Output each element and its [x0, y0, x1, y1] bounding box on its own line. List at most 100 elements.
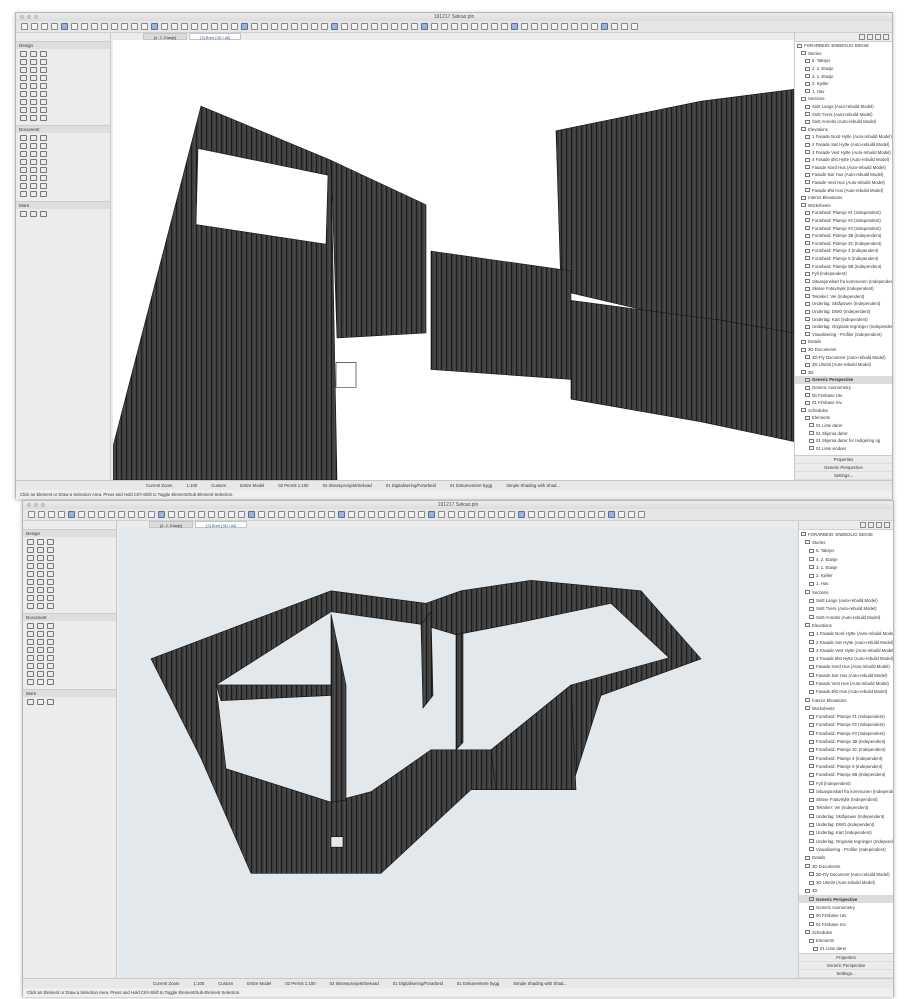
toolbar-tool-icon[interactable]: [48, 511, 55, 518]
navigator-item[interactable]: Forarbeid: Plansje #2 (Independent): [799, 721, 893, 729]
status-control[interactable]: 01 Digitalisering/Forarbeid: [393, 981, 443, 986]
toolbar-tool-icon[interactable]: [151, 23, 158, 30]
navigator-item[interactable]: 3. 1. Etasje: [795, 72, 892, 80]
toolbar-tool-icon[interactable]: [328, 511, 335, 518]
model-wall[interactable]: [455, 632, 464, 751]
toolbar-tool-icon[interactable]: [258, 511, 265, 518]
navigator-item[interactable]: Underlag: DWG (Independent): [799, 820, 893, 828]
toolbar-tool-icon[interactable]: [401, 23, 408, 30]
navigator-item[interactable]: 01 Liste dører: [799, 945, 893, 953]
tool-icon[interactable]: [47, 539, 54, 545]
tool-icon[interactable]: [30, 135, 37, 141]
navigator-item[interactable]: Underlag: Originale tegninger (Independe…: [799, 837, 893, 845]
toolbar-tool-icon[interactable]: [298, 511, 305, 518]
toolbar-tool-icon[interactable]: [118, 511, 125, 518]
toolbar-tool-icon[interactable]: [278, 511, 285, 518]
toolbar-tool-icon[interactable]: [101, 23, 108, 30]
navigator-item[interactable]: Elevations: [799, 621, 893, 629]
navigator-item[interactable]: 00 Fimbane Utv.: [799, 912, 893, 920]
model-wall[interactable]: [420, 610, 434, 709]
tool-icon[interactable]: [20, 51, 27, 57]
toolbar-tool-icon[interactable]: [318, 511, 325, 518]
navigator-item[interactable]: 3D-Fly Document (Auto-rebuild Model): [795, 353, 892, 361]
toolbar-tool-icon[interactable]: [561, 23, 568, 30]
toolbox-group-design[interactable]: Design: [23, 529, 116, 537]
navigator-map-icon[interactable]: [860, 522, 866, 528]
toolbar-tool-icon[interactable]: [88, 511, 95, 518]
navigator-item[interactable]: Stories: [795, 50, 892, 58]
toolbar-tool-icon[interactable]: [608, 511, 615, 518]
tool-icon[interactable]: [37, 539, 44, 545]
navigator-item[interactable]: Interior Elevations: [795, 194, 892, 202]
navigator-item[interactable]: Fasade Øst Hus (Auto-rebuild Model): [795, 186, 892, 194]
navigator-item[interactable]: Schedules: [795, 407, 892, 415]
navigator-item[interactable]: Underlag: Skråpower (Independent): [799, 812, 893, 820]
tool-icon[interactable]: [27, 539, 34, 545]
toolbar-tool-icon[interactable]: [238, 511, 245, 518]
toolbar-tool-icon[interactable]: [78, 511, 85, 518]
toolbar-tool-icon[interactable]: [581, 23, 588, 30]
status-control[interactable]: Simple Shading with Shad...: [513, 981, 567, 986]
toolbar-tool-icon[interactable]: [381, 23, 388, 30]
toolbar-tool-icon[interactable]: [488, 511, 495, 518]
navigator-item[interactable]: Skisse Fotavtrykk (Independent): [799, 796, 893, 804]
model-wall[interactable]: [555, 89, 794, 334]
toolbar-tool-icon[interactable]: [171, 23, 178, 30]
tool-icon[interactable]: [37, 587, 44, 593]
toolbar-tool-icon[interactable]: [471, 23, 478, 30]
tool-icon[interactable]: [37, 639, 44, 645]
tool-icon[interactable]: [20, 135, 27, 141]
tool-icon[interactable]: [37, 679, 44, 685]
toolbar-tool-icon[interactable]: [468, 511, 475, 518]
toolbar-tool-icon[interactable]: [421, 23, 428, 30]
toolbar-tool-icon[interactable]: [138, 511, 145, 518]
toolbar-tool-icon[interactable]: [28, 511, 35, 518]
toolbar-tool-icon[interactable]: [198, 511, 205, 518]
tool-icon[interactable]: [27, 671, 34, 677]
status-control[interactable]: 01 Digitalisering/Forarbeid: [386, 483, 436, 488]
tool-icon[interactable]: [30, 143, 37, 149]
toolbar-tool-icon[interactable]: [51, 23, 58, 30]
toolbox-group-document[interactable]: Document: [16, 125, 110, 133]
tool-icon[interactable]: [40, 75, 47, 81]
toolbar-tool-icon[interactable]: [348, 511, 355, 518]
tool-icon[interactable]: [30, 167, 37, 173]
navigator-item[interactable]: Fasade Nord Hus (Auto-rebuild Model): [795, 164, 892, 172]
tool-icon[interactable]: [47, 679, 54, 685]
status-control[interactable]: Custom: [211, 483, 226, 488]
toolbar-tool-icon[interactable]: [338, 511, 345, 518]
tab-view[interactable]: [3] Bred [3D / All]: [195, 521, 248, 528]
navigator-map-icon[interactable]: [868, 522, 874, 528]
tool-icon[interactable]: [30, 67, 37, 73]
tool-icon[interactable]: [47, 663, 54, 669]
toolbar-tool-icon[interactable]: [428, 511, 435, 518]
close-button[interactable]: [27, 503, 31, 507]
status-control[interactable]: Current Zoom: [153, 981, 180, 986]
toolbox-group-design[interactable]: Design: [16, 41, 110, 49]
toolbar-tool-icon[interactable]: [378, 511, 385, 518]
minimize-button[interactable]: [34, 503, 38, 507]
settings-button[interactable]: Settings...: [799, 970, 893, 978]
toolbar-tool-icon[interactable]: [518, 511, 525, 518]
toolbar-tool-icon[interactable]: [251, 23, 258, 30]
tool-icon[interactable]: [40, 183, 47, 189]
toolbar-tool-icon[interactable]: [158, 511, 165, 518]
toolbar-tool-icon[interactable]: [218, 511, 225, 518]
toolbar-tool-icon[interactable]: [368, 511, 375, 518]
toolbar-tool-icon[interactable]: [241, 23, 248, 30]
tool-icon[interactable]: [30, 211, 37, 217]
navigator-item[interactable]: 01 Skjema dører for redigering og: [795, 437, 892, 445]
tool-icon[interactable]: [40, 151, 47, 157]
tool-icon[interactable]: [37, 671, 44, 677]
toolbox-group-more[interactable]: More: [23, 689, 116, 697]
navigator-item[interactable]: Underlag: Originale tegninger (Independe…: [795, 323, 892, 331]
toolbar-tool-icon[interactable]: [601, 23, 608, 30]
toolbar-tool-icon[interactable]: [361, 23, 368, 30]
toolbar-tool-icon[interactable]: [451, 23, 458, 30]
tool-icon[interactable]: [40, 143, 47, 149]
navigator-item[interactable]: Forarbeid: Plansje #2 (Independent): [795, 217, 892, 225]
navigator-item[interactable]: 2. Kjeller: [795, 80, 892, 88]
navigator-item[interactable]: 3 Fasade Vest Hytte (Auto-rebuild Model): [795, 148, 892, 156]
tool-icon[interactable]: [20, 115, 27, 121]
tool-icon[interactable]: [37, 699, 44, 705]
